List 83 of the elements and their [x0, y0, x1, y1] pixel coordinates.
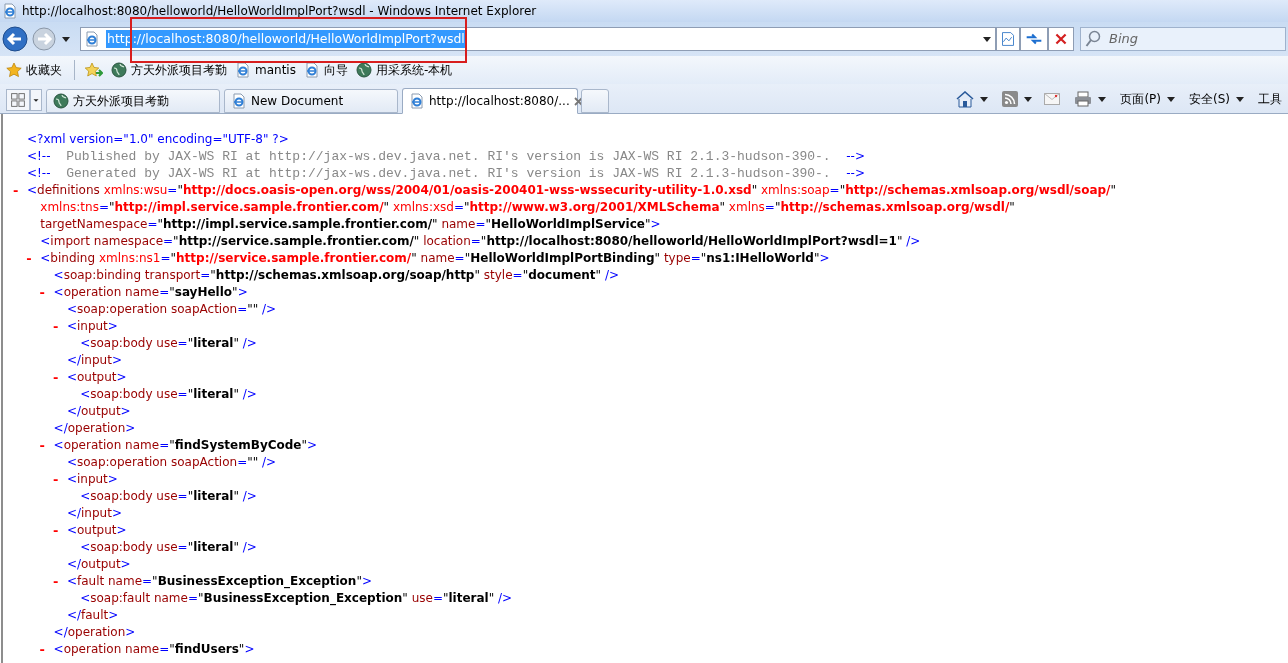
xml-line: <import namespace="http://service.sample.frontier.com/" location="http://localhost:8080/helloworld/HelloWorldImplPort?wsdl=1" />	[40, 233, 921, 250]
favorite-link[interactable]: mantis	[255, 61, 296, 79]
collapse-toggle[interactable]: -	[52, 318, 67, 335]
menu-button[interactable]: 页面(P)	[1120, 90, 1161, 108]
page-icon	[84, 31, 100, 47]
search-icon	[1085, 30, 1101, 48]
xml-line: <soap:operation soapAction="" />	[66, 301, 277, 318]
xml-line: <?xml version="1.0" encoding="UTF-8" ?>	[27, 131, 289, 148]
xml-line: <operation name="findUsers">	[53, 641, 255, 658]
favorite-link[interactable]: 用采系统-本机	[375, 61, 453, 79]
window-title: http://localhost:8080/helloworld/HelloWorldImplPort?wsdl - Windows Internet Explorer	[22, 3, 537, 20]
caret-icon[interactable]	[1167, 96, 1175, 102]
caret-icon[interactable]	[1236, 96, 1244, 102]
xml-line: <fault name="BusinessException_Exception">	[66, 573, 372, 590]
browser-tab[interactable]: 方天外派项目考勤	[46, 89, 220, 113]
collapse-toggle[interactable]: -	[52, 522, 67, 539]
globe-icon	[53, 93, 69, 109]
collapse-toggle[interactable]: -	[52, 573, 67, 590]
collapse-toggle[interactable]: -	[39, 437, 54, 454]
xml-line: <!-- Generated by JAX-WS RI at http://jax-ws.dev.java.net. RI's version is JAX-WS RI 2.1.3-hudson-390-. -->	[27, 165, 865, 182]
favorite-link[interactable]: 向导	[323, 61, 348, 79]
page-icon	[235, 62, 251, 78]
xml-line: <binding xmlns:ns1="http://service.sample.frontier.com/" name="HelloWorldImplPortBinding" type="ns1:IHelloWorld">	[40, 250, 830, 267]
xml-line: <definitions xmlns:wsu="http://docs.oasis-open.org/wss/2004/01/oasis-200401-wss-wssecurity-utility-1.0.xsd" xmlns:soap="http://schemas.xmlsoap.org/wsdl/soap/"	[27, 182, 1116, 199]
xml-line: <output>	[66, 522, 127, 539]
xml-line: <operation name="findSystemByCode">	[53, 437, 318, 454]
xml-line: <soap:body use="literal" />	[80, 539, 257, 556]
browser-tab[interactable]: New Document	[224, 89, 398, 113]
search-field[interactable]: Bing	[1080, 27, 1286, 51]
xml-line: <input>	[66, 318, 118, 335]
collapse-toggle[interactable]: -	[52, 471, 67, 488]
globe-icon	[111, 62, 127, 78]
xml-line: <input>	[66, 471, 118, 488]
xml-line: <soap:binding transport="http://schemas.xmlsoap.org/soap/http" style="document" />	[53, 267, 620, 284]
page-icon	[231, 93, 247, 109]
menu-button[interactable]: 安全(S)	[1189, 90, 1230, 108]
xml-line: </output>	[66, 403, 131, 420]
collapse-toggle[interactable]: -	[13, 182, 27, 199]
xml-line: <soap:fault name="BusinessException_Exception" use="literal" />	[80, 590, 513, 607]
caret-icon[interactable]	[1098, 96, 1107, 102]
collapse-toggle[interactable]: -	[52, 369, 67, 386]
feed-icon[interactable]	[1002, 91, 1019, 107]
stop-icon[interactable]	[1048, 27, 1074, 51]
page-icon	[409, 93, 425, 109]
add-favorite-icon[interactable]	[85, 62, 103, 78]
xml-line: </input>	[66, 352, 122, 369]
xml-line: </operation>	[53, 420, 136, 437]
xml-line: <output>	[66, 369, 127, 386]
caret-icon[interactable]	[980, 96, 989, 102]
close-icon[interactable]	[573, 96, 583, 106]
xml-line: <operation name="sayHello">	[53, 284, 248, 301]
xml-line: targetNamespace="http://impl.service.sample.frontier.com/" name="HelloWorldImplService">	[40, 216, 661, 233]
xml-line: <soap:operation soapAction="" />	[66, 454, 277, 471]
collapse-toggle[interactable]: -	[39, 284, 54, 301]
compatibility-view-icon[interactable]	[996, 27, 1020, 51]
globe-icon	[355, 62, 372, 78]
quick-tabs-icon[interactable]	[6, 89, 30, 111]
xml-line: <!-- Published by JAX-WS RI at http://jax-ws.dev.java.net. RI's version is JAX-WS RI 2.1.3-hudson-390-. -->	[27, 148, 865, 165]
page-icon	[2, 3, 18, 19]
xml-line: xmlns:tns="http://impl.service.sample.frontier.com/" xmlns:xsd="http://www.w3.org/2001/XMLSchema" xmlns="http://schemas.xmlsoap.org/wsdl/"	[40, 199, 1015, 216]
favorite-link[interactable]: 方天外派项目考勤	[131, 61, 227, 79]
back-button[interactable]	[2, 26, 28, 52]
collapse-toggle[interactable]: -	[39, 641, 54, 658]
caret-icon[interactable]	[62, 36, 70, 42]
browser-tab[interactable]: http://localhost:8080/...	[402, 88, 578, 114]
home-icon[interactable]	[956, 90, 975, 108]
refresh-icon[interactable]	[1020, 27, 1048, 51]
xml-line: <soap:body use="literal" />	[80, 335, 257, 352]
printer-icon[interactable]	[1074, 91, 1093, 107]
xml-line: </output>	[66, 556, 131, 573]
xml-line: </input>	[66, 505, 122, 522]
xml-line: </fault>	[66, 607, 119, 624]
tab-list-caret-icon[interactable]	[30, 89, 42, 111]
favorites-button[interactable]: 收藏夹	[26, 61, 62, 79]
collapse-toggle[interactable]: -	[26, 250, 41, 267]
caret-icon[interactable]	[983, 36, 991, 42]
caret-icon[interactable]	[1024, 96, 1033, 102]
page-icon	[303, 62, 320, 78]
xml-line: <soap:body use="literal" />	[80, 386, 257, 403]
menu-button[interactable]: 工具	[1258, 90, 1282, 108]
xml-line: </operation>	[53, 624, 136, 641]
xml-line: <soap:body use="literal" />	[80, 488, 257, 505]
star-icon	[6, 62, 22, 78]
